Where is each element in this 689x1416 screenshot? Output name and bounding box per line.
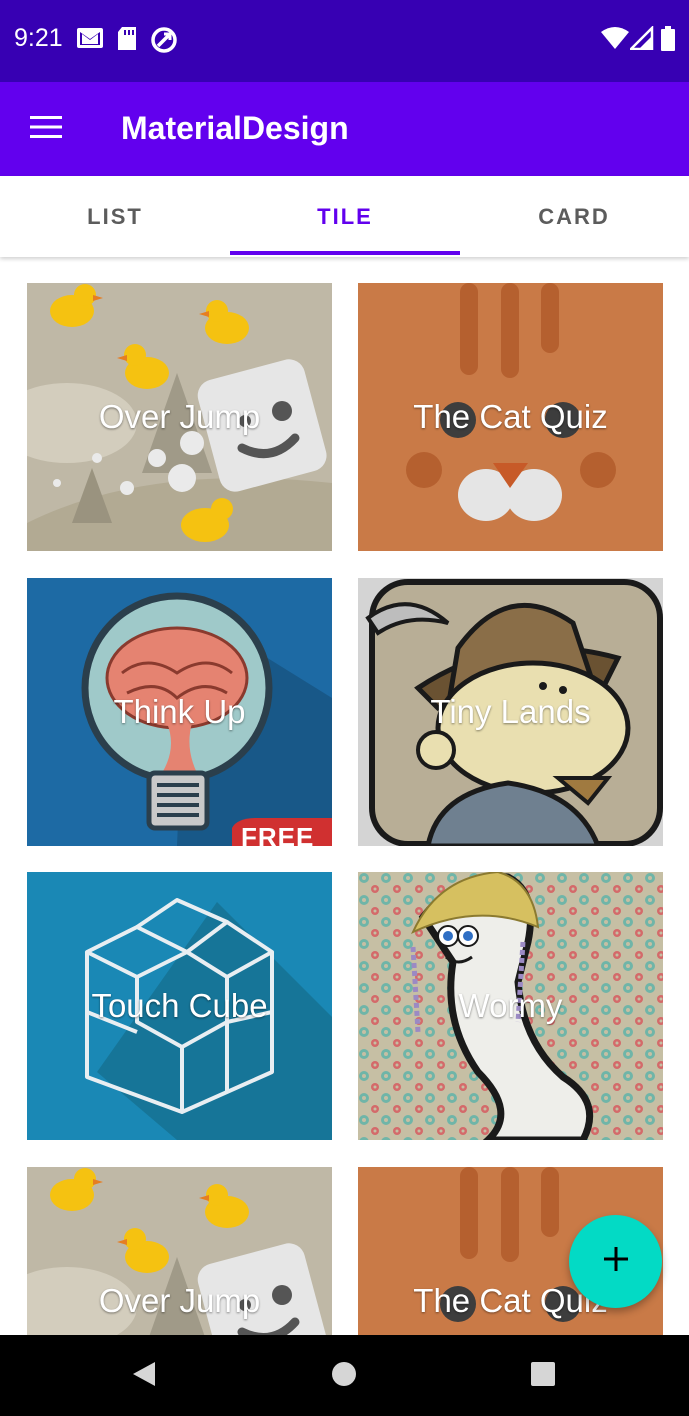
navigation-bar <box>0 1335 689 1416</box>
tile-think-up[interactable]: FREE Think Up <box>27 578 332 846</box>
sync-icon <box>150 26 178 59</box>
tab-list[interactable]: LIST <box>0 176 230 257</box>
home-icon <box>331 1361 357 1392</box>
tile-wormy[interactable]: Wormy <box>358 872 663 1140</box>
tab-indicator <box>230 251 460 255</box>
back-button[interactable] <box>114 1350 174 1402</box>
signal-icon <box>627 24 654 55</box>
back-icon <box>131 1360 157 1393</box>
tile-label: Over Jump <box>98 398 261 435</box>
tab-card[interactable]: CARD <box>459 176 689 257</box>
menu-icon <box>30 115 62 144</box>
tile-label: The Cat Quiz <box>413 398 608 435</box>
menu-button[interactable] <box>14 97 78 161</box>
app-bar: MaterialDesign <box>0 82 689 176</box>
sd-card-icon <box>116 26 138 57</box>
tile-tiny-lands[interactable]: Tiny Lands <box>358 578 663 846</box>
gmail-icon <box>76 26 104 55</box>
tile-label: Touch Cube <box>91 987 268 1024</box>
tile-the-cat-quiz[interactable]: The Cat Quiz <box>358 283 663 551</box>
tab-bar: LIST TILE CARD <box>0 176 689 257</box>
battery-icon <box>660 26 676 57</box>
status-bar: 9:21 <box>0 0 689 82</box>
add-icon <box>602 1245 630 1278</box>
tab-label: CARD <box>538 203 610 229</box>
status-time: 9:21 <box>14 24 63 52</box>
wifi-icon <box>601 26 629 55</box>
tile-over-jump[interactable]: Over Jump <box>27 283 332 551</box>
tile-label: Think Up <box>113 693 246 730</box>
tile-grid: Over Jump The Cat Quiz FREE Think Up Tin… <box>0 257 689 1335</box>
home-button[interactable] <box>314 1350 374 1402</box>
tile-label: Over Jump <box>98 1282 261 1319</box>
tab-tile[interactable]: TILE <box>230 176 460 257</box>
tab-label: TILE <box>317 203 373 229</box>
recents-icon <box>530 1361 556 1392</box>
tile-label: Wormy <box>458 987 563 1024</box>
tile-touch-cube[interactable]: Touch Cube <box>27 872 332 1140</box>
tile-label: Tiny Lands <box>430 693 591 730</box>
add-button[interactable] <box>569 1215 662 1308</box>
tile-over-jump[interactable]: Over Jump <box>27 1167 332 1335</box>
recents-button[interactable] <box>513 1350 573 1402</box>
tab-label: LIST <box>87 203 143 229</box>
app-title: MaterialDesign <box>121 110 349 146</box>
